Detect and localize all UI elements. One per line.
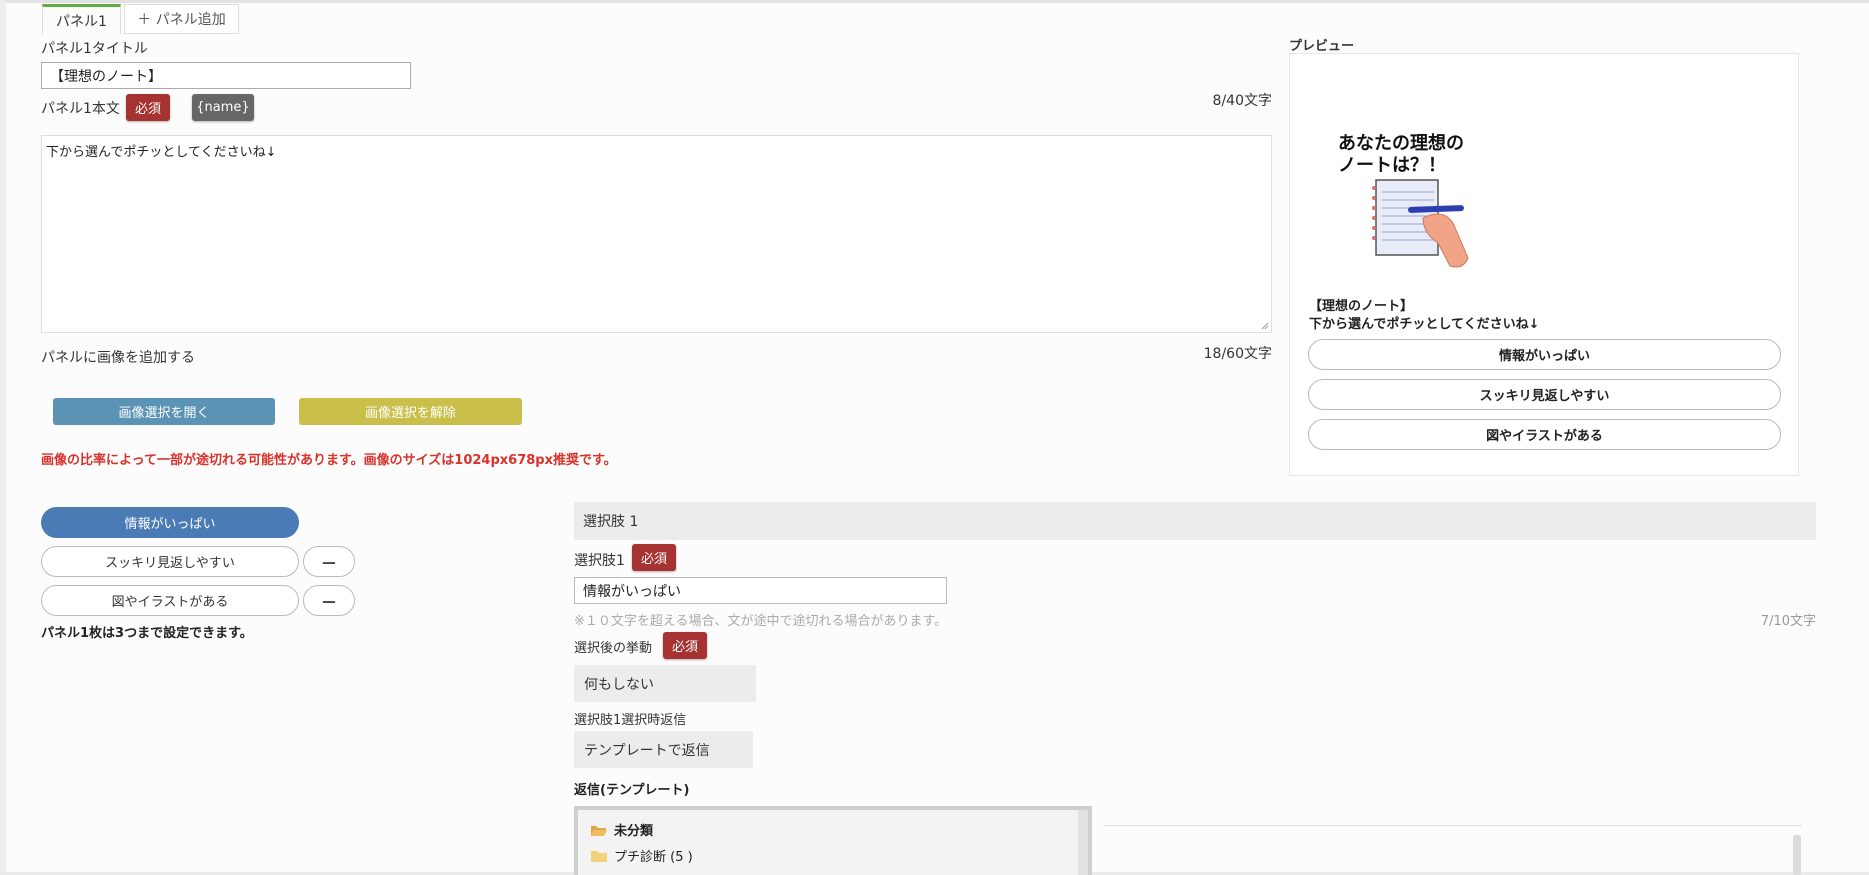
panel-body-label: パネル1本文 xyxy=(41,101,120,117)
template-list-scrollbar[interactable] xyxy=(1793,835,1801,875)
panel-body-textarea[interactable]: 下から選んでポチッとしてくださいね↓ xyxy=(41,135,1272,333)
folder-icon xyxy=(591,850,607,862)
folder-open-icon xyxy=(591,825,607,836)
panel-body-text: 下から選んでポチッとしてくださいね↓ xyxy=(46,145,277,160)
preview-panel-image: あなたの理想の ノートは？！ xyxy=(1338,133,1498,273)
folder-name: プチ診断 (5 ) xyxy=(614,850,693,865)
folder-tree-scrollbar[interactable] xyxy=(1078,810,1088,875)
window-top-border xyxy=(0,0,1869,3)
template-list-divider xyxy=(1104,825,1802,826)
behavior-required-badge: 必須 xyxy=(663,632,707,659)
preview-choice-button-2[interactable]: スッキリ見返しやすい xyxy=(1308,379,1781,410)
reply-label: 選択肢1選択時返信 xyxy=(574,713,687,728)
folder-name: 未分類 xyxy=(614,824,654,839)
preview-choice-button-1[interactable]: 情報がいっぱい xyxy=(1308,339,1781,370)
choice-pill-2[interactable]: スッキリ見返しやすい xyxy=(41,546,299,577)
choice-length-note: ※１０文字を超える場合、文が途中で途切れる場合があります。 xyxy=(574,614,948,629)
tab-add-panel[interactable]: ＋ パネル追加 xyxy=(124,4,239,34)
folder-item-uncategorized[interactable]: 未分類 xyxy=(590,820,653,839)
preview-title: 【理想のノート】 xyxy=(1309,299,1414,314)
folder-item-petit-shindan[interactable]: プチ診断 (5 ) xyxy=(590,846,693,865)
choice-pill-3[interactable]: 図やイラストがある xyxy=(41,585,299,616)
title-char-counter: 8/40文字 xyxy=(1212,93,1272,109)
preview-heading: プレビュー xyxy=(1289,39,1355,54)
open-image-select-button[interactable]: 画像選択を開く xyxy=(53,398,275,425)
image-size-warning: 画像の比率によって一部が途切れる可能性があります。画像のサイズは1024px67… xyxy=(41,453,617,468)
choice-label: 選択肢1 xyxy=(574,553,625,569)
reply-type-select[interactable]: テンプレートで返信 xyxy=(574,731,753,768)
clear-image-select-button[interactable]: 画像選択を解除 xyxy=(299,398,522,425)
notebook-hand-illustration xyxy=(1372,179,1469,268)
choice-char-counter: 7/10文字 xyxy=(1760,614,1816,629)
panel-title-label: パネル1タイトル xyxy=(41,41,148,57)
choice-section-header: 選択肢 1 xyxy=(574,502,1816,540)
preview-image-text-line1: あなたの理想の xyxy=(1338,133,1464,154)
remove-choice-2-button[interactable]: － xyxy=(303,546,355,577)
panel-title-input[interactable]: 【理想のノート】 xyxy=(41,62,411,89)
resize-handle-icon[interactable] xyxy=(1261,322,1269,330)
behavior-select[interactable]: 何もしない xyxy=(574,665,756,702)
preview-choice-button-3[interactable]: 図やイラストがある xyxy=(1308,419,1781,450)
preview-body: 下から選んでポチッとしてくださいね↓ xyxy=(1309,317,1540,332)
remove-choice-3-button[interactable]: － xyxy=(303,585,355,616)
tab-panel-1[interactable]: パネル1 xyxy=(42,4,121,34)
required-badge: 必須 xyxy=(126,94,170,121)
preview-image-text-line2: ノートは？！ xyxy=(1338,155,1446,176)
choice-pill-1[interactable]: 情報がいっぱい xyxy=(41,507,299,538)
choice-limit-note: パネル1枚は3つまで設定できます。 xyxy=(41,626,253,641)
behavior-label: 選択後の挙動 xyxy=(574,641,653,656)
choice-text-input[interactable]: 情報がいっぱい xyxy=(574,577,947,604)
choice-required-badge: 必須 xyxy=(632,544,676,571)
insert-name-button[interactable]: {name} xyxy=(192,94,254,121)
template-label: 返信(テンプレート) xyxy=(574,783,690,798)
window-left-border xyxy=(0,0,6,875)
add-image-label: パネルに画像を追加する xyxy=(41,350,195,366)
body-char-counter: 18/60文字 xyxy=(1203,346,1272,362)
